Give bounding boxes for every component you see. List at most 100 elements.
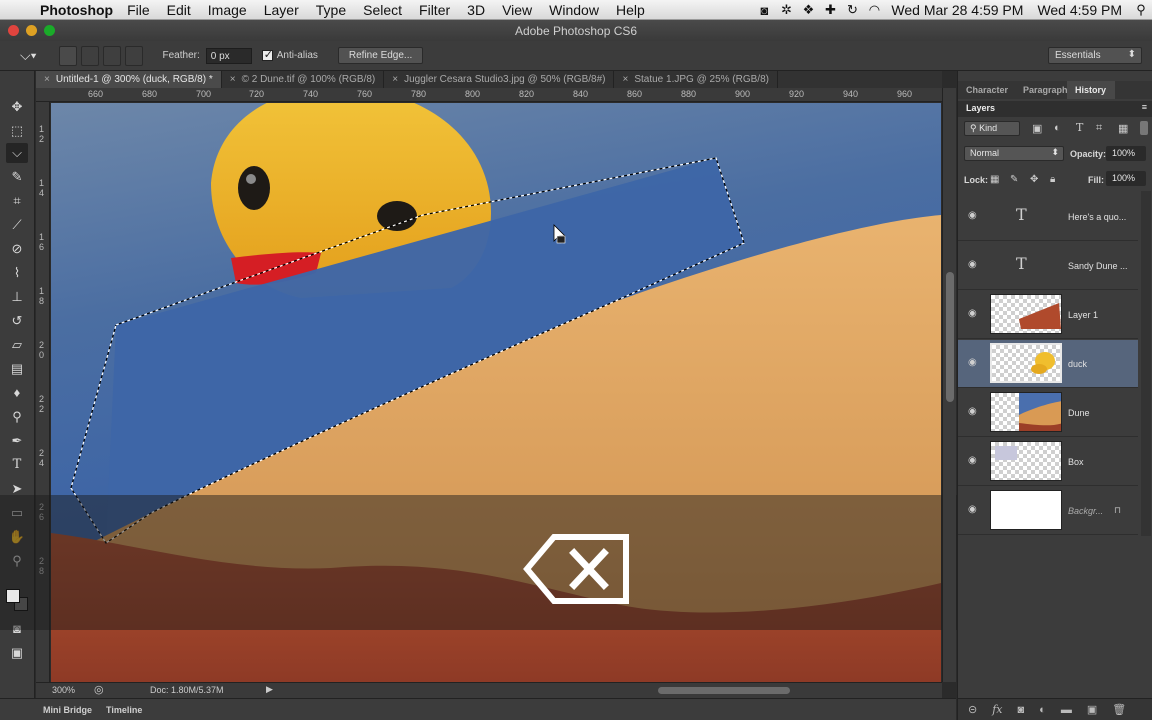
horizontal-scrollbar-thumb[interactable]: [658, 687, 790, 694]
filter-type-icon[interactable]: T: [1076, 121, 1083, 134]
menu-3d[interactable]: 3D: [467, 2, 485, 18]
menu-edit[interactable]: Edit: [167, 2, 191, 18]
menu-help[interactable]: Help: [616, 2, 645, 18]
blend-mode-select[interactable]: Normal ⬍: [964, 146, 1064, 161]
canvas-vertical-scrollbar[interactable]: [942, 88, 956, 682]
fill-input[interactable]: 100%: [1106, 171, 1146, 186]
scrollbar-thumb[interactable]: [946, 272, 954, 402]
close-tab-icon[interactable]: ×: [622, 74, 628, 85]
filter-adjustment-icon[interactable]: ◐: [1054, 122, 1061, 134]
tab-juggler[interactable]: × Juggler Cesara Studio3.jpg @ 50% (RGB/…: [384, 71, 615, 88]
tab-statue[interactable]: × Statue 1.JPG @ 25% (RGB/8): [614, 71, 778, 88]
eraser-tool-icon[interactable]: ▱: [6, 335, 28, 355]
visibility-eye-icon[interactable]: ◉: [968, 210, 977, 221]
marquee-tool-icon[interactable]: ⬚: [6, 121, 28, 141]
zoom-window-icon[interactable]: [44, 25, 55, 36]
opacity-input[interactable]: 100%: [1106, 146, 1146, 161]
status-options-icon[interactable]: ◎: [94, 683, 104, 696]
screen-mode-icon[interactable]: ▣: [6, 643, 28, 663]
tab-untitled-1[interactable]: × Untitled-1 @ 300% (duck, RGB/8) *: [36, 71, 222, 88]
layer-row-background[interactable]: ◉ Backgr... ⊓: [958, 487, 1138, 535]
layer-row-duck[interactable]: ◉ duck: [958, 340, 1138, 388]
layer-row-quote-text[interactable]: ◉ T Here's a quo...: [958, 193, 1138, 241]
panel-menu-icon[interactable]: ≡: [1142, 102, 1147, 112]
history-brush-tool-icon[interactable]: ↺: [6, 311, 28, 331]
tab-character[interactable]: Character: [958, 81, 1015, 99]
new-layer-icon[interactable]: ▣: [1087, 703, 1097, 716]
lock-position-icon[interactable]: ✥: [1030, 174, 1038, 185]
menu-type[interactable]: Type: [316, 2, 346, 18]
type-tool-icon[interactable]: T: [6, 455, 28, 475]
refine-edge-button[interactable]: Refine Edge...: [337, 47, 424, 64]
plus-icon[interactable]: ✚: [819, 2, 841, 18]
brightness-icon[interactable]: ✲: [775, 2, 797, 18]
visibility-eye-icon[interactable]: ◉: [968, 259, 977, 270]
spotlight-search-icon[interactable]: ⚲: [1130, 2, 1152, 18]
clone-stamp-tool-icon[interactable]: ⊥: [6, 287, 28, 307]
trash-icon[interactable]: 🗑︎: [1112, 703, 1126, 716]
crop-tool-icon[interactable]: ⌗: [6, 191, 28, 211]
quick-selection-tool-icon[interactable]: ✎: [6, 167, 28, 187]
pen-tool-icon[interactable]: ✒: [6, 431, 28, 451]
filter-smart-object-icon[interactable]: ▦: [1118, 122, 1128, 135]
dropbox-icon[interactable]: ❖: [797, 2, 819, 18]
tab-dune[interactable]: × © 2 Dune.tif @ 100% (RGB/8): [222, 71, 385, 88]
adjustment-layer-icon[interactable]: ◐: [1039, 704, 1046, 716]
visibility-eye-icon[interactable]: ◉: [968, 308, 977, 319]
menu-view[interactable]: View: [502, 2, 532, 18]
close-window-icon[interactable]: [8, 25, 19, 36]
visibility-eye-icon[interactable]: ◉: [968, 357, 977, 368]
menu-layer[interactable]: Layer: [264, 2, 299, 18]
menu-file[interactable]: File: [127, 2, 150, 18]
tab-history[interactable]: History: [1067, 81, 1115, 99]
minimize-window-icon[interactable]: [26, 25, 37, 36]
visibility-eye-icon[interactable]: ◉: [968, 406, 977, 417]
status-menu-arrow-icon[interactable]: ▶: [266, 684, 273, 695]
menu-select[interactable]: Select: [363, 2, 402, 18]
sync-icon[interactable]: ↻: [841, 2, 863, 18]
camera-icon[interactable]: ◙: [753, 3, 775, 18]
menu-image[interactable]: Image: [208, 2, 247, 18]
blur-tool-icon[interactable]: ♦: [6, 383, 28, 403]
close-tab-icon[interactable]: ×: [44, 74, 50, 85]
new-group-icon[interactable]: ▬: [1061, 704, 1072, 716]
layer-row-box[interactable]: ◉ Box: [958, 438, 1138, 486]
layers-scrollbar[interactable]: [1141, 191, 1151, 536]
brush-tool-icon[interactable]: ⌇: [6, 263, 28, 283]
add-to-selection-button[interactable]: [80, 45, 99, 66]
tab-mini-bridge[interactable]: Mini Bridge: [43, 705, 92, 715]
layer-row-dune[interactable]: ◉ Dune: [958, 389, 1138, 437]
layer-row-layer-1[interactable]: ◉ Layer 1: [958, 291, 1138, 339]
app-menu-photoshop[interactable]: Photoshop: [40, 2, 113, 18]
close-tab-icon[interactable]: ×: [230, 74, 236, 85]
lock-image-icon[interactable]: ✎: [1010, 174, 1018, 185]
link-layers-icon[interactable]: ⊝: [968, 703, 977, 716]
add-mask-icon[interactable]: ◙: [1018, 704, 1025, 716]
foreground-color-swatch[interactable]: [6, 589, 20, 603]
filter-shape-icon[interactable]: ⌗: [1096, 122, 1102, 135]
gradient-tool-icon[interactable]: ▤: [6, 359, 28, 379]
eyedropper-tool-icon[interactable]: ⟋: [6, 215, 28, 235]
lock-transparent-icon[interactable]: ▦: [990, 174, 999, 185]
visibility-eye-icon[interactable]: ◉: [968, 504, 977, 515]
layer-filter-kind-select[interactable]: ⚲ Kind: [964, 121, 1020, 136]
layer-row-sandy-dune-text[interactable]: ◉ T Sandy Dune ...: [958, 242, 1138, 290]
close-tab-icon[interactable]: ×: [392, 74, 398, 85]
layer-style-icon[interactable]: fx: [992, 703, 1002, 716]
intersect-selection-button[interactable]: [124, 45, 143, 66]
visibility-eye-icon[interactable]: ◉: [968, 455, 977, 466]
feather-input[interactable]: 0 px: [205, 47, 252, 64]
tab-paragraph[interactable]: Paragraph: [1015, 81, 1068, 99]
subtract-from-selection-button[interactable]: [102, 45, 121, 66]
menu-window[interactable]: Window: [549, 2, 599, 18]
filter-toggle[interactable]: [1140, 121, 1148, 135]
menu-filter[interactable]: Filter: [419, 2, 450, 18]
tab-timeline[interactable]: Timeline: [106, 705, 142, 715]
zoom-level[interactable]: 300%: [52, 685, 75, 695]
anti-alias-checkbox[interactable]: [261, 48, 273, 61]
lock-all-icon[interactable]: 🔒︎: [1050, 174, 1055, 185]
healing-brush-tool-icon[interactable]: ⊘: [6, 239, 28, 259]
dodge-tool-icon[interactable]: ⚲: [6, 407, 28, 427]
move-tool-icon[interactable]: ✥: [6, 97, 28, 117]
lasso-tool-icon[interactable]: ⌵: [6, 143, 28, 163]
